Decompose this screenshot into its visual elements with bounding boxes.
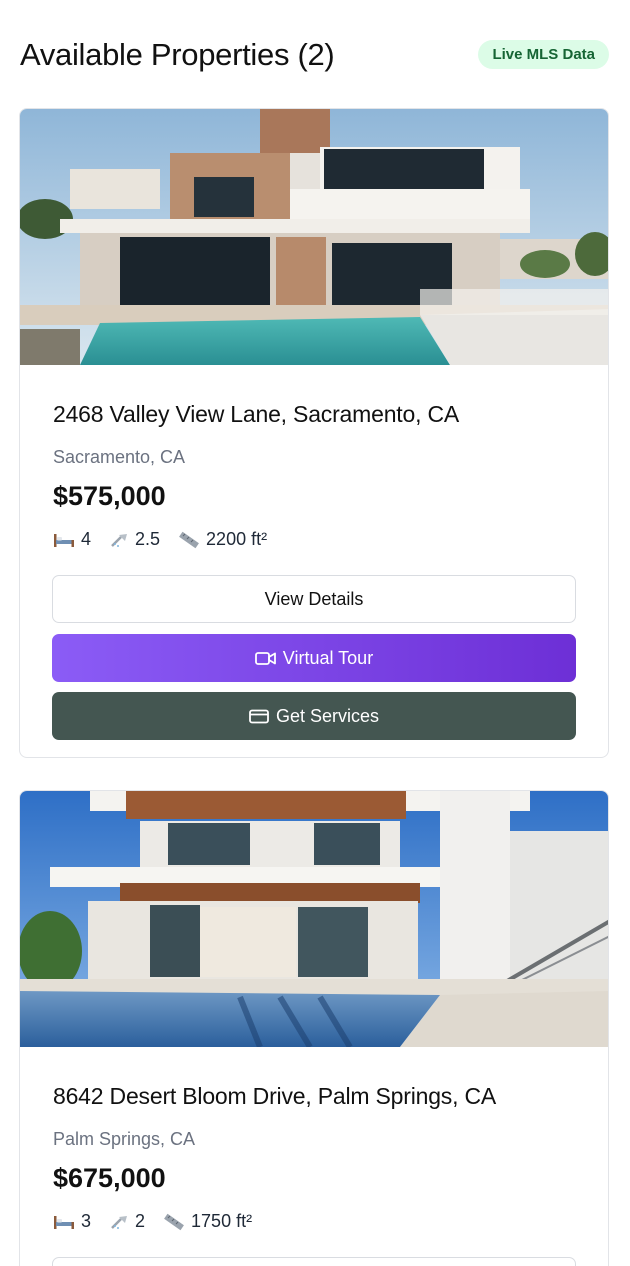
property-photo[interactable] xyxy=(20,791,608,1047)
page-title: Available Properties (2) xyxy=(20,37,335,72)
property-address[interactable]: 8642 Desert Bloom Drive, Palm Springs, C… xyxy=(53,1083,496,1110)
property-stats: 4 2.5 2200 ft² xyxy=(53,529,285,550)
view-details-label: View Details xyxy=(264,588,364,609)
property-price: $575,000 xyxy=(53,481,166,511)
area-stat: 1750 ft² xyxy=(163,1211,252,1232)
property-photo[interactable] xyxy=(20,109,608,365)
video-camera-icon xyxy=(254,651,276,665)
property-city: Palm Springs, CA xyxy=(53,1129,196,1149)
bed-icon xyxy=(54,1215,74,1229)
bed-icon xyxy=(54,533,74,547)
virtual-tour-label: Virtual Tour xyxy=(282,647,374,668)
get-services-button[interactable]: Get Services xyxy=(52,692,576,740)
view-details-button[interactable] xyxy=(52,1257,576,1266)
baths-value: 2.5 xyxy=(135,529,161,549)
baths-value: 2 xyxy=(135,1211,146,1231)
view-details-button[interactable]: View Details xyxy=(52,575,576,623)
get-services-label: Get Services xyxy=(275,705,380,726)
beds-stat: 4 xyxy=(53,529,91,550)
property-stats: 3 2 1750 ft² xyxy=(53,1211,270,1232)
live-mls-badge: Live MLS Data xyxy=(478,40,609,69)
area-stat: 2200 ft² xyxy=(178,529,267,550)
virtual-tour-button[interactable]: Virtual Tour xyxy=(52,634,576,682)
ruler-icon xyxy=(179,531,199,548)
property-city: Sacramento, CA xyxy=(53,447,186,467)
shower-icon xyxy=(111,533,128,547)
property-card: 2468 Valley View Lane, Sacramento, CA Sa… xyxy=(19,108,609,758)
shower-icon xyxy=(111,1215,128,1229)
property-address[interactable]: 2468 Valley View Lane, Sacramento, CA xyxy=(53,401,459,428)
property-card: 8642 Desert Bloom Drive, Palm Springs, C… xyxy=(19,790,609,1266)
beds-value: 4 xyxy=(81,529,92,549)
beds-value: 3 xyxy=(81,1211,92,1231)
area-value: 2200 ft² xyxy=(206,529,268,549)
baths-stat: 2.5 xyxy=(109,529,160,550)
area-value: 1750 ft² xyxy=(191,1211,253,1231)
property-price: $675,000 xyxy=(53,1163,166,1193)
beds-stat: 3 xyxy=(53,1211,91,1232)
credit-card-icon xyxy=(249,709,269,723)
baths-stat: 2 xyxy=(109,1211,145,1232)
ruler-icon xyxy=(164,1213,184,1230)
page-header: Available Properties (2) Live MLS Data xyxy=(20,36,609,76)
